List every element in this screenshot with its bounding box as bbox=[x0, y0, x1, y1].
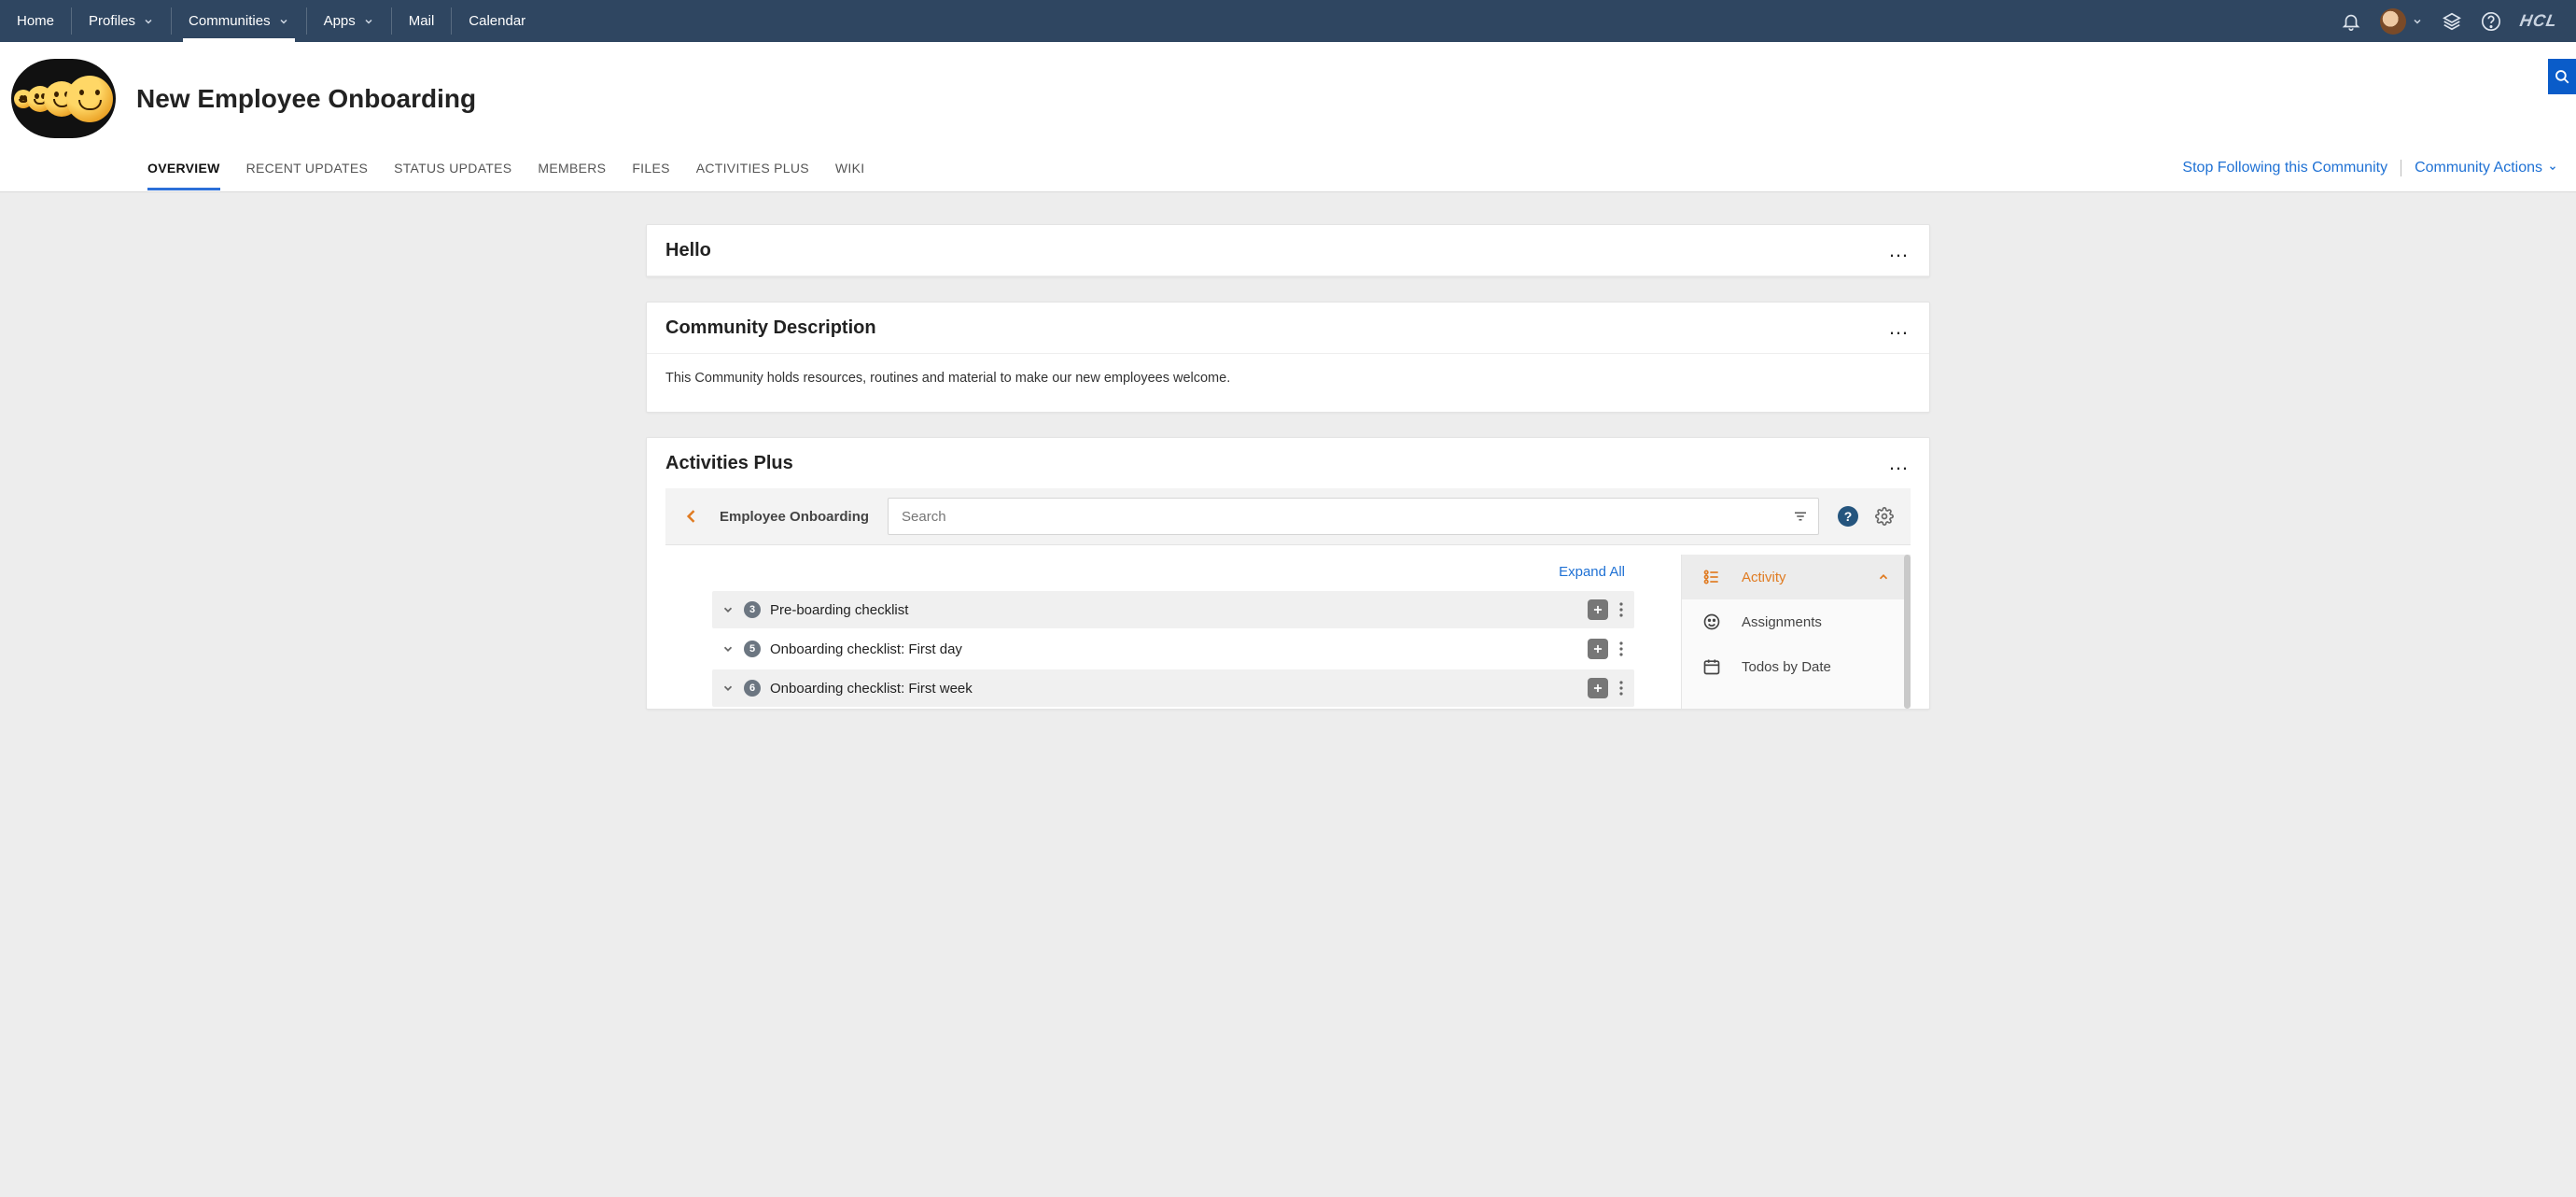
activity-icon bbox=[1702, 568, 1723, 586]
tab-label: OVERVIEW bbox=[147, 161, 220, 176]
tab-activities-plus[interactable]: ACTIVITIES PLUS bbox=[696, 149, 809, 190]
widget-menu-icon[interactable]: … bbox=[1888, 238, 1911, 262]
activity-count-badge: 5 bbox=[744, 641, 761, 657]
tab-wiki[interactable]: WIKI bbox=[835, 149, 865, 190]
gear-icon[interactable] bbox=[1875, 507, 1894, 526]
chevron-down-icon[interactable] bbox=[721, 682, 735, 695]
chevron-down-icon bbox=[2412, 16, 2423, 27]
activity-row-title: Pre-boarding checklist bbox=[770, 602, 1578, 618]
chevron-down-icon bbox=[143, 16, 154, 27]
user-menu[interactable] bbox=[2380, 8, 2423, 35]
tab-files[interactable]: FILES bbox=[632, 149, 669, 190]
kebab-icon[interactable] bbox=[1617, 681, 1625, 696]
help-icon[interactable] bbox=[2481, 11, 2501, 32]
activity-row[interactable]: 5 Onboarding checklist: First day bbox=[712, 630, 1634, 668]
tab-overview[interactable]: OVERVIEW bbox=[147, 149, 220, 190]
community-header: New Employee Onboarding OVERVIEW RECENT … bbox=[0, 42, 2576, 192]
tab-label: WIKI bbox=[835, 161, 865, 176]
ap-search-wrap bbox=[888, 498, 1819, 535]
widget-hello: Hello … bbox=[646, 224, 1930, 277]
tab-members[interactable]: MEMBERS bbox=[538, 149, 606, 190]
add-icon[interactable] bbox=[1588, 599, 1608, 620]
widget-ap-title: Activities Plus bbox=[665, 453, 793, 474]
chevron-down-icon[interactable] bbox=[721, 642, 735, 655]
top-nav: Home Profiles Communities Apps Mail Cale… bbox=[0, 0, 2576, 42]
avatar bbox=[2380, 8, 2406, 35]
filter-icon[interactable] bbox=[1792, 508, 1809, 525]
nav-calendar[interactable]: Calendar bbox=[452, 0, 542, 42]
sidebar-item-label: Todos by Date bbox=[1742, 659, 1890, 675]
nav-apps-label: Apps bbox=[324, 13, 356, 29]
tab-recent-updates[interactable]: RECENT UPDATES bbox=[246, 149, 368, 190]
nav-apps[interactable]: Apps bbox=[307, 0, 391, 42]
chevron-down-icon bbox=[2548, 163, 2557, 173]
tab-label: STATUS UPDATES bbox=[394, 161, 511, 176]
community-actions: Stop Following this Community Community … bbox=[2182, 160, 2557, 176]
top-nav-right: HCL bbox=[2341, 0, 2557, 42]
sidebar-item-label: Activity bbox=[1742, 570, 1858, 585]
chevron-down-icon[interactable] bbox=[721, 603, 735, 616]
activity-row-title: Onboarding checklist: First week bbox=[770, 681, 1578, 697]
global-search-button[interactable] bbox=[2548, 59, 2576, 94]
nav-profiles[interactable]: Profiles bbox=[72, 0, 171, 42]
widget-desc-title: Community Description bbox=[665, 317, 876, 339]
community-avatar bbox=[11, 59, 116, 138]
bell-icon[interactable] bbox=[2341, 11, 2361, 32]
ap-sidebar: Activity Assignments Todos by Date bbox=[1681, 555, 1911, 709]
hcl-logo: HCL bbox=[2518, 11, 2559, 31]
nav-communities-label: Communities bbox=[189, 13, 271, 29]
widget-activities-plus: Activities Plus … Employee Onboarding ? bbox=[646, 437, 1930, 710]
activity-row[interactable]: 3 Pre-boarding checklist bbox=[712, 591, 1634, 628]
activity-count-badge: 3 bbox=[744, 601, 761, 618]
widget-menu-icon[interactable]: … bbox=[1888, 451, 1911, 475]
activity-row[interactable]: 6 Onboarding checklist: First week bbox=[712, 669, 1634, 707]
widget-community-description: Community Description … This Community h… bbox=[646, 302, 1930, 413]
kebab-icon[interactable] bbox=[1617, 602, 1625, 617]
calendar-icon bbox=[1702, 657, 1723, 676]
ap-breadcrumb: Employee Onboarding bbox=[720, 509, 869, 525]
nav-mail[interactable]: Mail bbox=[392, 0, 452, 42]
nav-communities[interactable]: Communities bbox=[172, 0, 306, 42]
stop-following-link[interactable]: Stop Following this Community bbox=[2182, 160, 2387, 176]
ap-body: Expand All 3 Pre-boarding checklist 5 On… bbox=[647, 545, 1929, 709]
tab-status-updates[interactable]: STATUS UPDATES bbox=[394, 149, 511, 190]
widget-menu-icon[interactable]: … bbox=[1888, 316, 1911, 340]
tab-label: MEMBERS bbox=[538, 161, 606, 176]
tab-label: RECENT UPDATES bbox=[246, 161, 368, 176]
chevron-down-icon bbox=[278, 16, 289, 27]
sidebar-item-activity[interactable]: Activity bbox=[1682, 555, 1911, 599]
add-icon[interactable] bbox=[1588, 678, 1608, 698]
community-title: New Employee Onboarding bbox=[136, 84, 476, 114]
activity-row-title: Onboarding checklist: First day bbox=[770, 641, 1578, 657]
community-actions-dropdown[interactable]: Community Actions bbox=[2415, 160, 2557, 176]
content-area: Hello … Community Description … This Com… bbox=[638, 224, 1938, 747]
back-icon[interactable] bbox=[682, 507, 701, 526]
activity-count-badge: 6 bbox=[744, 680, 761, 697]
community-actions-label: Community Actions bbox=[2415, 160, 2542, 176]
chevron-up-icon bbox=[1877, 570, 1890, 584]
ap-help-icon[interactable]: ? bbox=[1838, 506, 1858, 527]
tab-label: FILES bbox=[632, 161, 669, 176]
nav-home-label: Home bbox=[17, 13, 54, 29]
top-nav-left: Home Profiles Communities Apps Mail Cale… bbox=[0, 0, 542, 42]
tab-label: ACTIVITIES PLUS bbox=[696, 161, 809, 176]
nav-profiles-label: Profiles bbox=[89, 13, 135, 29]
chevron-down-icon bbox=[363, 16, 374, 27]
sidebar-item-label: Assignments bbox=[1742, 614, 1890, 630]
add-icon[interactable] bbox=[1588, 639, 1608, 659]
widget-hello-title: Hello bbox=[665, 240, 711, 261]
nav-mail-label: Mail bbox=[409, 13, 435, 29]
community-description-text: This Community holds resources, routines… bbox=[665, 371, 1911, 386]
face-icon bbox=[1702, 613, 1723, 631]
sidebar-item-assignments[interactable]: Assignments bbox=[1682, 599, 1911, 644]
ap-toolbar: Employee Onboarding ? bbox=[665, 488, 1911, 545]
ap-search-input[interactable] bbox=[898, 501, 1792, 532]
nav-home[interactable]: Home bbox=[0, 0, 71, 42]
stack-icon[interactable] bbox=[2442, 11, 2462, 32]
ap-main: Expand All 3 Pre-boarding checklist 5 On… bbox=[665, 555, 1681, 709]
sidebar-item-todos-by-date[interactable]: Todos by Date bbox=[1682, 644, 1911, 689]
nav-calendar-label: Calendar bbox=[469, 13, 525, 29]
expand-all-link[interactable]: Expand All bbox=[1559, 564, 1625, 580]
kebab-icon[interactable] bbox=[1617, 641, 1625, 656]
